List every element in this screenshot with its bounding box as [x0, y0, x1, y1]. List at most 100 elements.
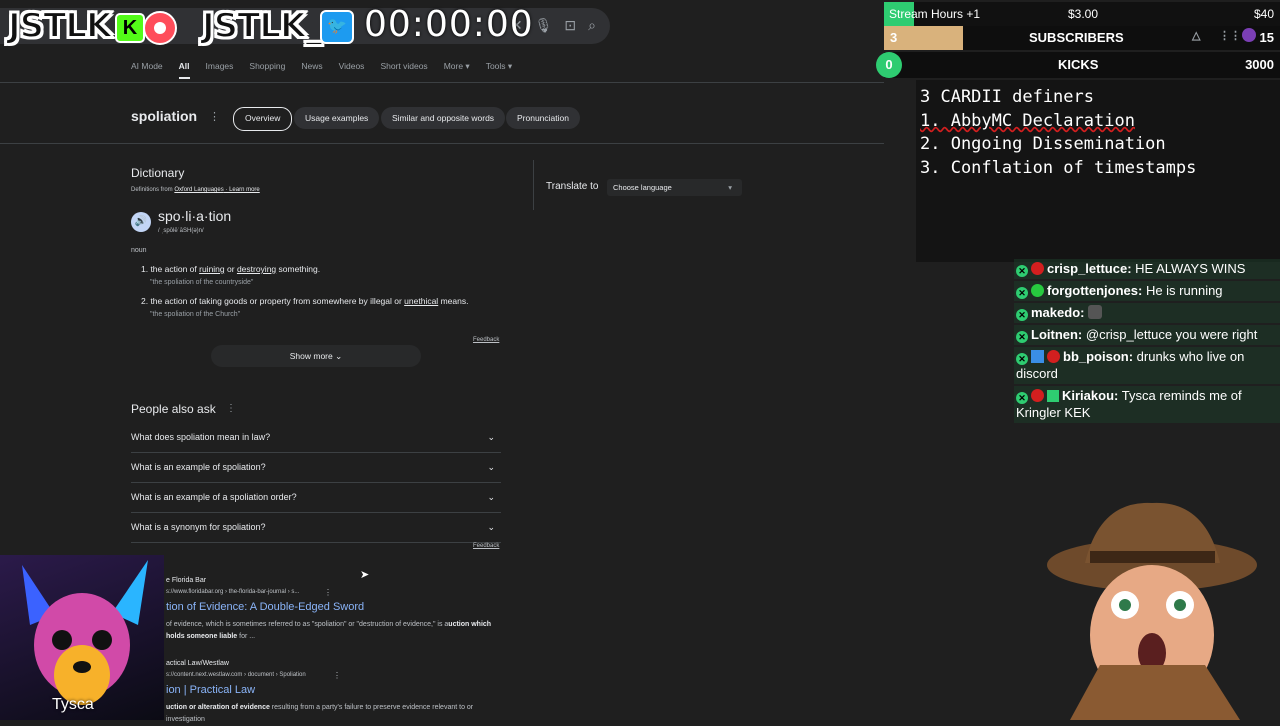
stream-notes: 3 CARDII definers 1. AbbyMC Declaration …: [916, 80, 1280, 262]
note-line: 3. Conflation of timestamps: [920, 157, 1197, 178]
chevron-down-icon: ⌄: [487, 462, 495, 472]
profile-icon: [1242, 28, 1256, 42]
chip-similar-opposite[interactable]: Similar and opposite words: [381, 107, 506, 129]
learn-more-link[interactable]: · Learn more: [224, 187, 259, 193]
badge-icon: [1047, 350, 1060, 363]
search-icon[interactable]: ⌕: [588, 17, 596, 34]
subs-count: 3: [890, 30, 898, 45]
language-select[interactable]: Choose language ▾: [607, 179, 742, 196]
mod-badge-icon: ✕: [1016, 287, 1028, 299]
paa-item[interactable]: What is an example of spoliation? ⌄: [131, 452, 501, 483]
microphone-icon[interactable]: 🎙: [535, 17, 553, 34]
search-term-title: spoliation: [131, 108, 198, 124]
mod-badge-icon: ✕: [1016, 392, 1028, 404]
kicks-label: KICKS: [1058, 57, 1099, 72]
paa-menu-icon[interactable]: ⋮: [226, 403, 236, 414]
result-site: actical Law/Westlaw: [166, 660, 229, 667]
grid-icon: ⋮⋮: [1219, 30, 1241, 42]
chip-usage-examples[interactable]: Usage examples: [294, 107, 380, 129]
channel-logo-left: JSTLK: [7, 5, 113, 47]
stream-amount: $3.00: [1068, 7, 1099, 21]
mouse-cursor-icon: ➤: [360, 569, 370, 581]
twitter-icon: 🐦: [320, 10, 354, 44]
badge-icon: [1031, 262, 1044, 275]
chat-panel: ✕ crisp_lettuce: HE ALWAYS WINS ✕ forgotte…: [1014, 259, 1280, 425]
lens-icon[interactable]: ⊡: [564, 17, 576, 34]
def1-or: or: [224, 264, 237, 274]
chat-text: HE ALWAYS WINS: [1131, 261, 1246, 276]
mod-badge-icon: ✕: [1016, 353, 1028, 365]
tab-images[interactable]: Images: [206, 61, 234, 79]
chevron-down-icon: ⌄: [335, 351, 343, 361]
snippet-text: of evidence, which is sometimes referred…: [166, 621, 449, 628]
header-divider: [0, 143, 884, 144]
tab-short-videos[interactable]: Short videos: [380, 61, 427, 79]
definition-2: 2. the action of taking goods or propert…: [141, 296, 468, 306]
snippet-bold: uction or alteration of evidence: [166, 704, 270, 711]
def1-end: something.: [276, 264, 321, 274]
result-menu-icon[interactable]: ⋮: [333, 671, 341, 680]
result-snippet: uction or alteration of evidence resulti…: [166, 702, 506, 726]
tab-news[interactable]: News: [301, 61, 322, 79]
part-of-speech: noun: [131, 247, 147, 254]
dictionary-word: spo·li·a·tion: [158, 208, 232, 224]
paa-item[interactable]: What is an example of a spoliation order…: [131, 482, 501, 513]
dictionary-heading: Dictionary: [131, 166, 185, 180]
kicks-bar: 0 KICKS 3000: [876, 52, 1280, 78]
phonetic: / ˌspōlēˈāSH(ə)n/: [158, 228, 204, 234]
def2-text: 2. the action of taking goods or propert…: [141, 296, 405, 306]
chat-message: ✕ Loitnen: @crisp_lettuce you were right: [1014, 325, 1280, 345]
oxford-link[interactable]: Oxford Languages: [174, 187, 223, 193]
chat-username: crisp_lettuce:: [1047, 261, 1132, 276]
paa-question: What is an example of a spoliation order…: [131, 492, 297, 502]
subs-goal: 15: [1259, 30, 1274, 45]
destroying-link[interactable]: destroying: [237, 264, 276, 274]
chat-message: ✕ bb_poison: drunks who live on discord: [1014, 347, 1280, 384]
tab-tools[interactable]: Tools ▾: [486, 61, 512, 79]
def2-end: means.: [438, 296, 469, 306]
chip-pronunciation[interactable]: Pronunciation: [506, 107, 580, 129]
result-menu-icon[interactable]: ⋮: [324, 588, 332, 597]
emote-icon: [1088, 305, 1103, 319]
translate-label: Translate to: [546, 181, 599, 192]
mod-badge-icon: ✕: [1016, 309, 1028, 321]
tabs-divider: [0, 82, 884, 83]
speaker-icon[interactable]: 🔊: [131, 212, 151, 232]
source-prefix: Definitions from: [131, 187, 175, 193]
show-more-button[interactable]: Show more ⌄: [211, 345, 421, 367]
snippet-end: for ...: [237, 633, 256, 640]
search-tabs: AI Mode All Images Shopping News Videos …: [131, 61, 528, 79]
kicks-count: 0: [885, 57, 893, 72]
tab-more[interactable]: More ▾: [444, 61, 470, 79]
chat-username: Kiriakou:: [1062, 388, 1119, 403]
badge-icon: [1031, 350, 1044, 363]
result-title-link[interactable]: ion | Practical Law: [166, 684, 255, 696]
subs-label: SUBSCRIBERS: [1029, 30, 1124, 45]
def1-text: 1. the action of: [141, 264, 200, 274]
webcam-name: Tysca: [52, 696, 94, 713]
ruining-link[interactable]: ruining: [199, 264, 225, 274]
term-menu-icon[interactable]: ⋮: [209, 110, 220, 123]
chat-message: ✕ makedo:: [1014, 303, 1280, 323]
stream-hours-label: Stream Hours +1: [889, 7, 981, 21]
result-snippet: of evidence, which is sometimes referred…: [166, 619, 501, 643]
record-icon: [143, 11, 177, 45]
chat-message: ✕ crisp_lettuce: HE ALWAYS WINS: [1014, 259, 1280, 279]
chat-text: @crisp_lettuce you were right: [1082, 327, 1258, 342]
badge-icon: [1031, 389, 1044, 402]
tab-shopping[interactable]: Shopping: [249, 61, 285, 79]
tab-videos[interactable]: Videos: [339, 61, 365, 79]
paa-item[interactable]: What does spoliation mean in law? ⌄: [131, 422, 501, 453]
tab-all[interactable]: All: [178, 61, 190, 79]
chip-overview[interactable]: Overview: [233, 107, 293, 131]
tab-ai-mode[interactable]: AI Mode: [131, 61, 163, 79]
paa-item[interactable]: What is a synonym for spoliation? ⌄: [131, 512, 501, 543]
webcam-dog: Tysca: [0, 555, 164, 720]
result-title-link[interactable]: tion of Evidence: A Double-Edged Sword: [166, 601, 364, 613]
note-line: 3 CARDII definers: [920, 87, 1094, 107]
subscribers-bar: 3 SUBSCRIBERS △ ⋮⋮ 15: [884, 26, 1280, 50]
dictionary-feedback-link[interactable]: Feedback: [473, 337, 499, 343]
chat-username: forgottenjones:: [1047, 283, 1143, 298]
paa-feedback-link[interactable]: Feedback: [473, 543, 499, 549]
unethical-link[interactable]: unethical: [404, 296, 438, 306]
